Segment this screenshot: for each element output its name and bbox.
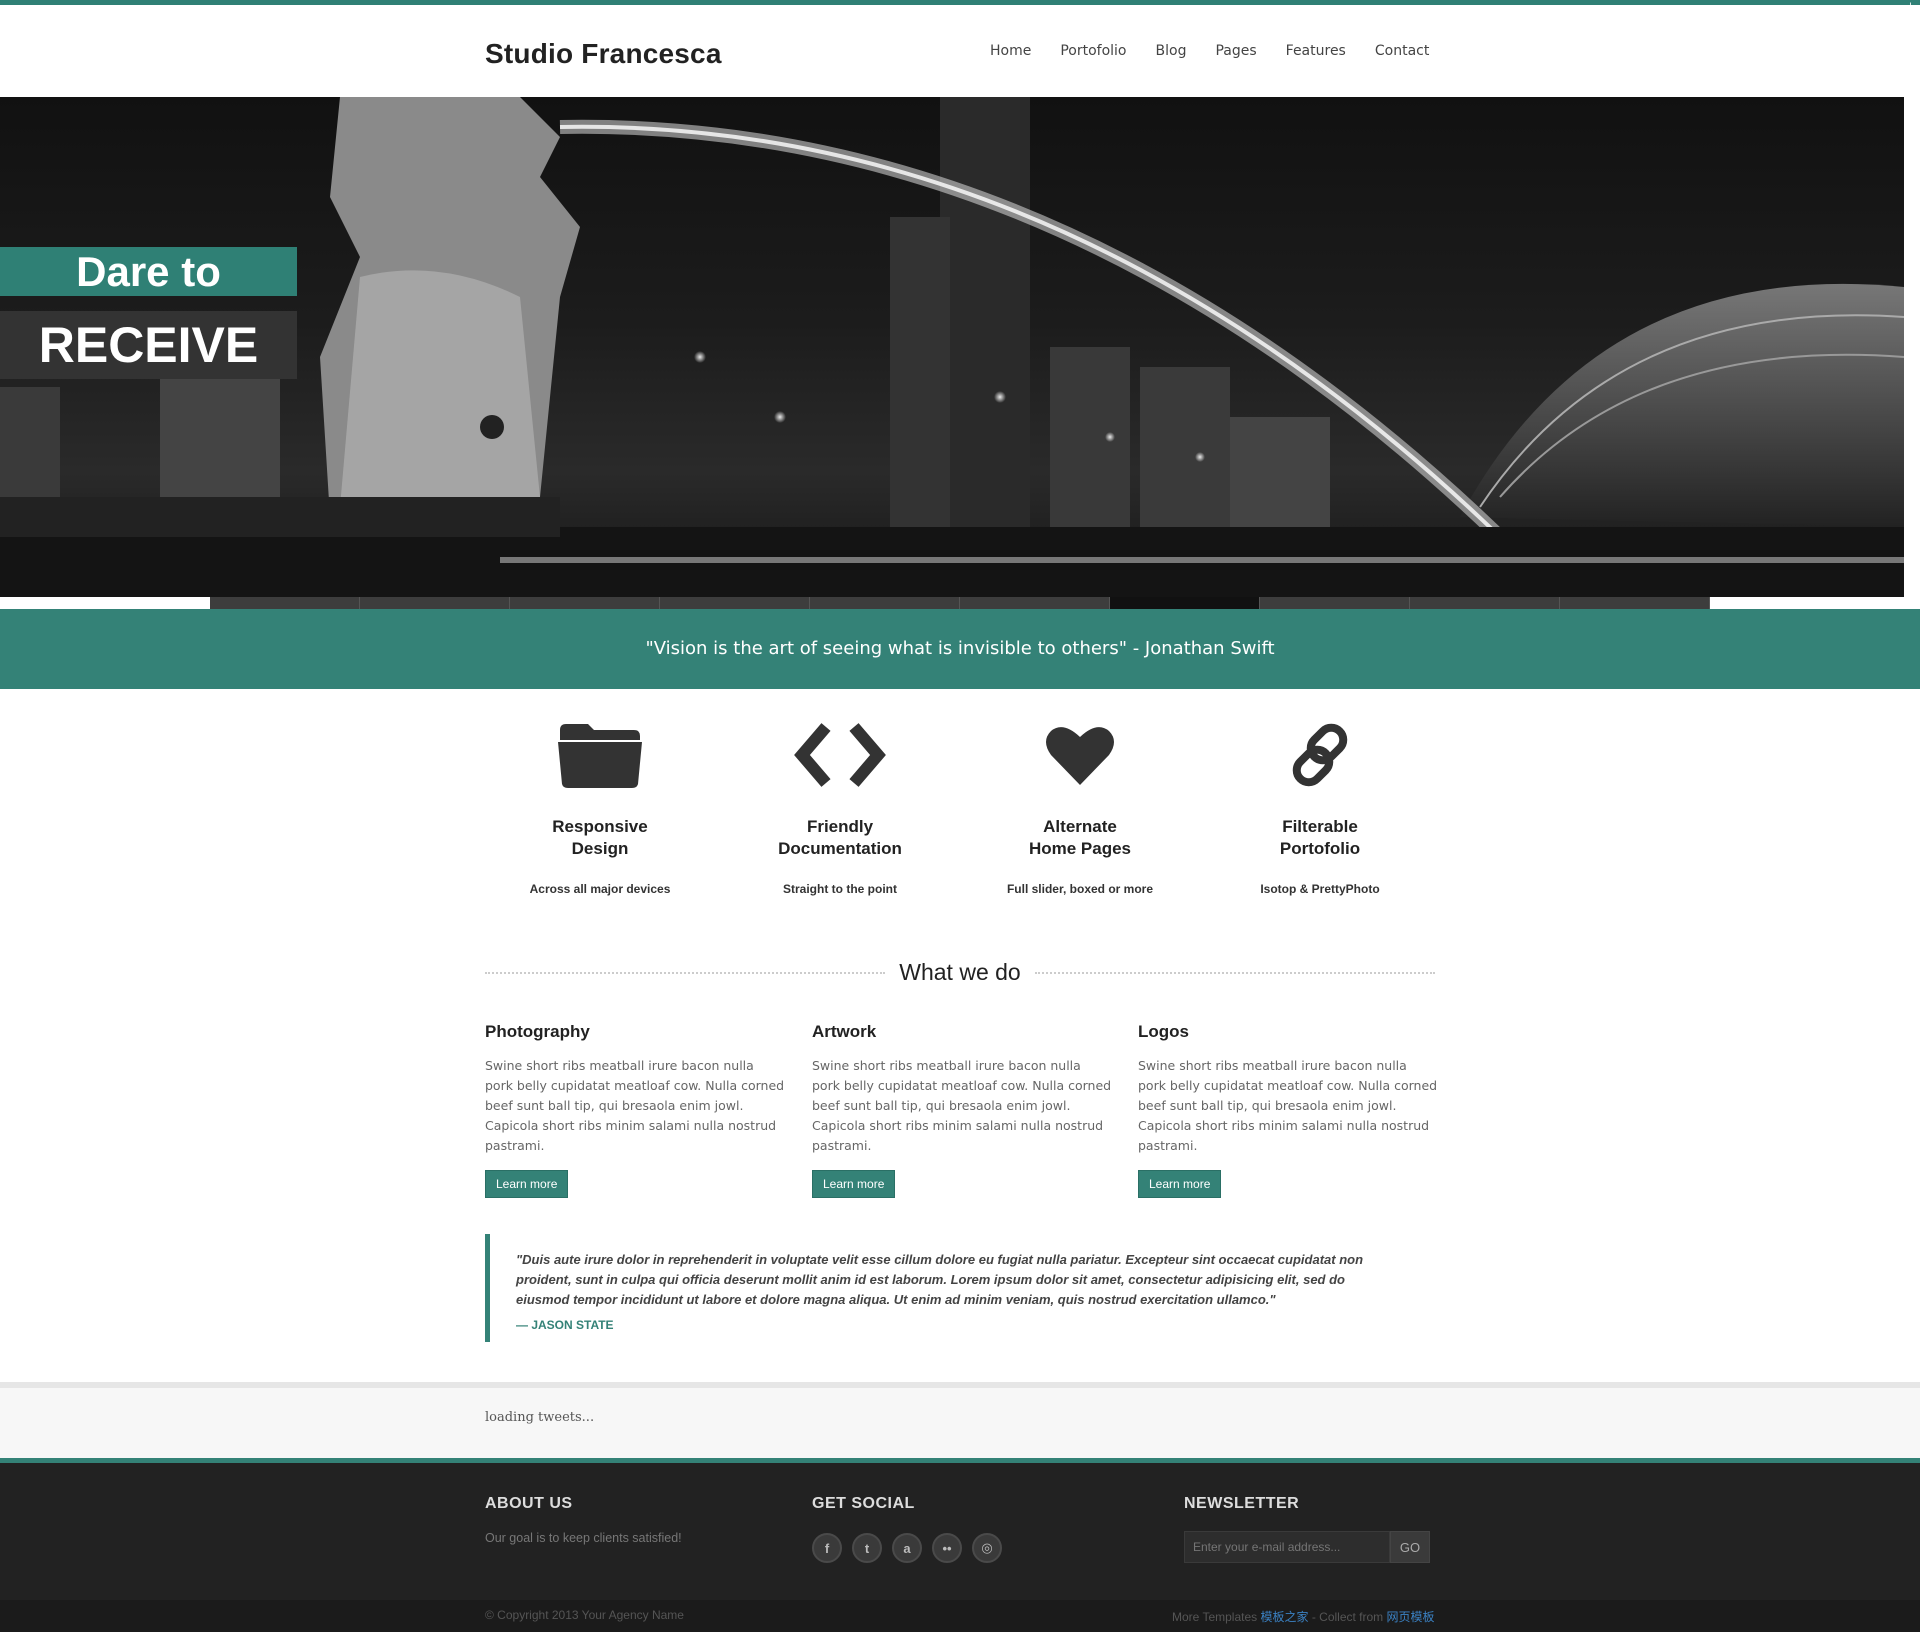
- service-artwork: Artwork Swine short ribs meatball irure …: [812, 1022, 1112, 1198]
- credits-prefix: More Templates: [1172, 1610, 1261, 1624]
- testimonial-quote: "Duis aute irure dolor in reprehenderit …: [485, 1234, 1365, 1342]
- slider-dot[interactable]: [360, 597, 510, 609]
- facebook-icon[interactable]: f: [812, 1533, 842, 1563]
- hero-tagline-primary: Dare to: [0, 247, 297, 296]
- feature-title-line1: Friendly: [806, 817, 874, 836]
- slider-dot[interactable]: [660, 597, 810, 609]
- newsletter-form: GO: [1184, 1531, 1430, 1563]
- site-logo[interactable]: Studio Francesca: [485, 38, 722, 70]
- feature-title-line1: Filterable: [1282, 817, 1358, 836]
- copyright-text: © Copyright 2013 Your Agency Name: [485, 1608, 684, 1622]
- features-row: Responsive Design Across all major device…: [480, 710, 1440, 910]
- service-title: Photography: [485, 1022, 590, 1041]
- section-title: What we do: [899, 959, 1021, 985]
- service-text: Swine short ribs meatball irure bacon nu…: [485, 1058, 785, 1153]
- feature-responsive: Responsive Design Across all major device…: [480, 710, 720, 896]
- slider-dot[interactable]: [810, 597, 960, 609]
- service-photography: Photography Swine short ribs meatball ir…: [485, 1022, 785, 1198]
- credits-link-templates[interactable]: 模板之家: [1260, 1610, 1308, 1624]
- newsletter-go-button[interactable]: GO: [1390, 1531, 1430, 1563]
- footer-heading: NEWSLETTER: [1184, 1495, 1300, 1512]
- service-title: Artwork: [812, 1022, 877, 1041]
- nav-home[interactable]: Home: [990, 43, 1031, 59]
- slider-dot[interactable]: [1260, 597, 1410, 609]
- footer-newsletter: NEWSLETTER GO: [1184, 1495, 1430, 1563]
- flickr-icon[interactable]: ••: [932, 1533, 962, 1563]
- newsletter-email-input[interactable]: [1184, 1531, 1390, 1563]
- feature-title-line1: Responsive: [552, 817, 648, 836]
- feature-title-line2: Documentation: [778, 839, 902, 858]
- service-text: Swine short ribs meatball irure bacon nu…: [1138, 1058, 1438, 1153]
- quote-text: "Vision is the art of seeing what is inv…: [645, 638, 1275, 659]
- credits-link-source[interactable]: 网页模板: [1387, 1610, 1435, 1624]
- footer-heading: ABOUT US: [485, 1495, 573, 1512]
- site-header: Studio Francesca Home Portofolio Blog Pa…: [0, 5, 1920, 97]
- deviantart-icon[interactable]: a: [892, 1533, 922, 1563]
- learn-more-button[interactable]: Learn more: [485, 1170, 569, 1198]
- footer-social: GET SOCIAL f t a •• ◎: [812, 1495, 1002, 1563]
- feature-portofolio: Filterable Portofolio Isotop & PrettyPhot…: [1200, 710, 1440, 896]
- hero-tagline-secondary: RECEIVE: [0, 311, 297, 379]
- nav-portofolio[interactable]: Portofolio: [1060, 43, 1126, 59]
- copyright-bar: © Copyright 2013 Your Agency Name More T…: [0, 1600, 1920, 1632]
- credits-mid: - Collect from: [1308, 1610, 1387, 1624]
- credits-text: More Templates 模板之家 - Collect from 网页模板: [1172, 1608, 1435, 1625]
- feature-title-line2: Portofolio: [1279, 839, 1361, 858]
- slider-dot[interactable]: [510, 597, 660, 609]
- feature-title-line2: Design: [571, 839, 629, 858]
- social-links: f t a •• ◎: [812, 1533, 1002, 1563]
- heart-icon: [1046, 727, 1114, 785]
- learn-more-button[interactable]: Learn more: [1138, 1170, 1222, 1198]
- slider-dot-active[interactable]: [1110, 597, 1260, 609]
- hero-slider[interactable]: Dare to RECEIVE: [0, 97, 1904, 597]
- link-icon: [1292, 723, 1348, 787]
- folder-icon: [558, 724, 642, 788]
- testimonial-author[interactable]: — JASON STATE: [516, 1318, 1365, 1332]
- footer-about: ABOUT US Our goal is to keep clients sat…: [485, 1495, 682, 1545]
- slider-dot[interactable]: [1410, 597, 1560, 609]
- slider-dot[interactable]: [210, 597, 360, 609]
- slider-dot[interactable]: [960, 597, 1110, 609]
- feature-title-line2: Home Pages: [1028, 839, 1132, 858]
- main-nav: Home Portofolio Blog Pages Features Cont…: [990, 43, 1458, 59]
- quote-banner: "Vision is the art of seeing what is inv…: [0, 609, 1920, 689]
- dribbble-icon[interactable]: ◎: [972, 1533, 1002, 1563]
- nav-blog[interactable]: Blog: [1156, 43, 1187, 59]
- what-we-do-heading: What we do: [485, 955, 1435, 985]
- service-text: Swine short ribs meatball irure bacon nu…: [812, 1058, 1112, 1153]
- testimonial-text: "Duis aute irure dolor in reprehenderit …: [516, 1252, 1364, 1307]
- service-title: Logos: [1138, 1022, 1189, 1041]
- twitter-icon[interactable]: t: [852, 1533, 882, 1563]
- tweets-status: loading tweets...: [485, 1410, 595, 1425]
- service-logos: Logos Swine short ribs meatball irure ba…: [1138, 1022, 1438, 1198]
- feature-title-line1: Alternate: [1043, 817, 1117, 836]
- footer-heading: GET SOCIAL: [812, 1495, 915, 1512]
- slider-pagination: [210, 597, 1710, 609]
- feature-desc: Isotop & PrettyPhoto: [1260, 882, 1380, 896]
- feature-desc: Straight to the point: [783, 882, 897, 896]
- feature-desc: Full slider, boxed or more: [1006, 882, 1154, 896]
- nav-pages[interactable]: Pages: [1215, 43, 1256, 59]
- tweets-bar: loading tweets...: [0, 1382, 1920, 1458]
- nav-features[interactable]: Features: [1286, 43, 1346, 59]
- feature-homepages: Alternate Home Pages Full slider, boxed o…: [960, 710, 1200, 896]
- code-icon: [794, 723, 886, 787]
- feature-desc: Across all major devices: [529, 882, 671, 896]
- footer-about-text: Our goal is to keep clients satisfied!: [485, 1531, 682, 1545]
- slider-dot[interactable]: [1560, 597, 1710, 609]
- feature-documentation: Friendly Documentation Straight to the po…: [720, 710, 960, 896]
- learn-more-button[interactable]: Learn more: [812, 1170, 896, 1198]
- nav-contact[interactable]: Contact: [1375, 43, 1429, 59]
